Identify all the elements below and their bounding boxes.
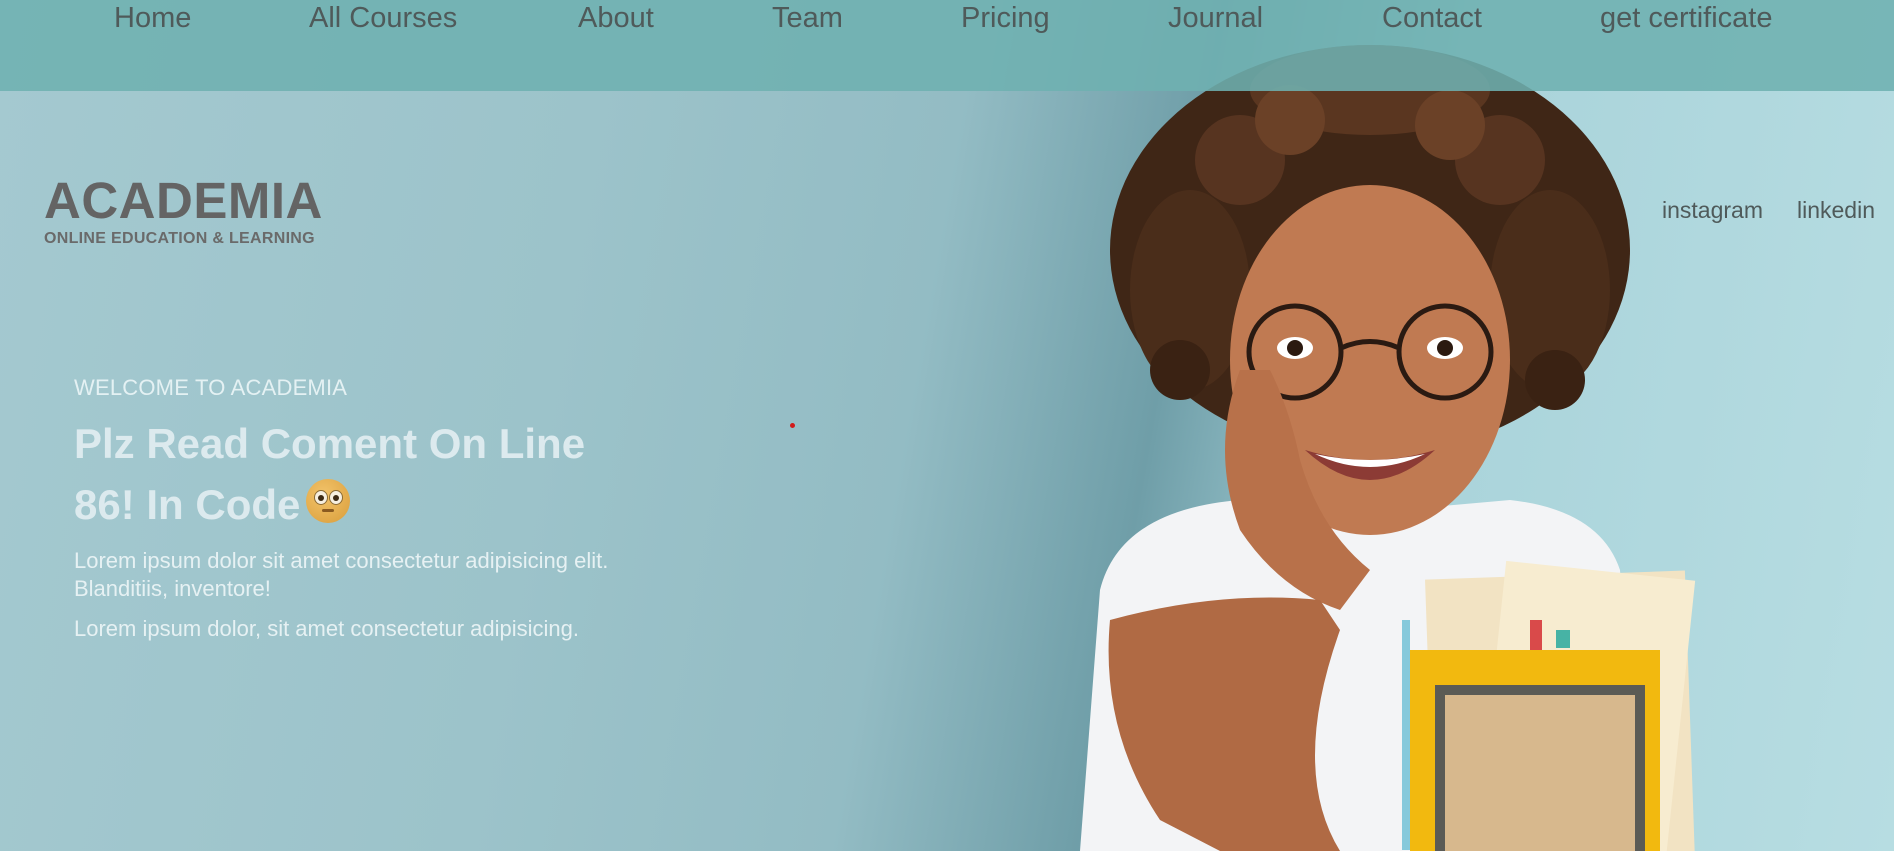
brand-subtitle: ONLINE EDUCATION & LEARNING (44, 230, 315, 247)
nav-team[interactable]: Team (772, 2, 843, 35)
linkedin-link[interactable]: linkedin (1797, 197, 1875, 224)
nav-all-courses[interactable]: All Courses (309, 2, 457, 35)
nav-home[interactable]: Home (114, 2, 191, 35)
brand-logo[interactable]: ACADEMIA ONLINE EDUCATION & LEARNING (44, 172, 323, 248)
rolling-eyes-emoji-icon (306, 479, 351, 523)
hero-section: WELCOME TO ACADEMIA Plz Read Coment On L… (74, 375, 674, 643)
nav-journal[interactable]: Journal (1168, 2, 1263, 35)
hero-paragraph-2: Lorem ipsum dolor, sit amet consectetur … (74, 616, 580, 641)
hero-student-illustration (1080, 45, 1696, 851)
hero-paragraph-1: Lorem ipsum dolor sit amet consectetur a… (74, 548, 609, 601)
instagram-link[interactable]: instagram (1662, 197, 1763, 224)
top-navigation-bar: Home All Courses About Team Pricing Jour… (0, 0, 1894, 91)
pen-shape (1402, 620, 1410, 850)
hero-title: Plz Read Coment On Line 86! In Code (74, 413, 654, 535)
hero-eyebrow: WELCOME TO ACADEMIA (74, 375, 348, 400)
nav-pricing[interactable]: Pricing (961, 2, 1050, 35)
notebook-shape (1435, 685, 1645, 851)
landing-page: Home All Courses About Team Pricing Jour… (0, 0, 1894, 851)
nav-contact[interactable]: Contact (1382, 2, 1482, 35)
brand-title: ACADEMIA (44, 172, 323, 229)
nav-get-certificate[interactable]: get certificate (1600, 2, 1772, 35)
red-dot-marker (790, 423, 795, 428)
nav-about[interactable]: About (578, 2, 654, 35)
